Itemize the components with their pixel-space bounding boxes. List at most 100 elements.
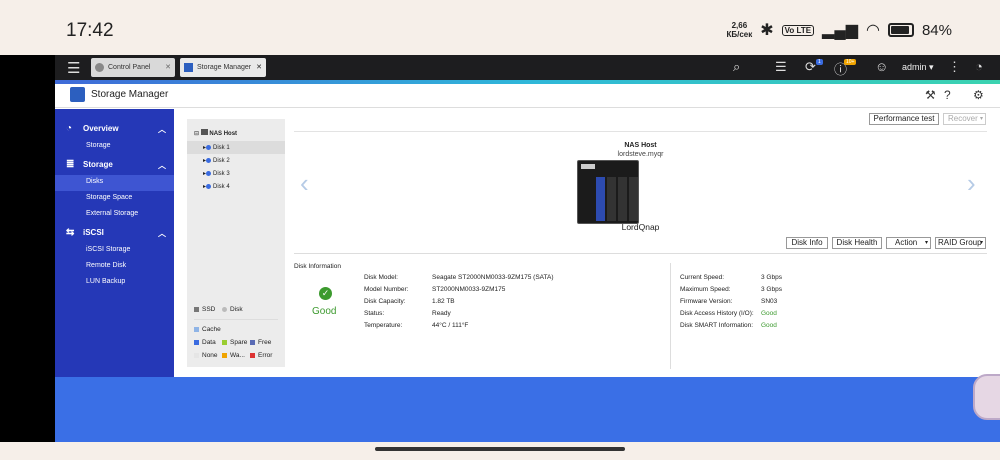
info-key: Status: — [364, 310, 385, 317]
tools-icon[interactable]: ⚒ — [925, 88, 936, 102]
status-icons: 2,66 КБ/сек ✱ Vo LTE ▂▄▆ ◠ 84% — [727, 20, 953, 40]
arrow-right-icon[interactable]: › — [967, 168, 976, 199]
stack-icon[interactable]: ☰ — [775, 59, 787, 75]
performance-test-button[interactable]: Performance test — [869, 113, 939, 125]
volte-icon: Vo LTE — [781, 24, 815, 36]
raid-group-dropdown[interactable]: RAID Group ▾ — [935, 237, 986, 249]
drive-bay-1[interactable] — [596, 177, 605, 221]
sidebar-item-iscsi-storage[interactable]: iSCSI Storage — [55, 243, 174, 259]
disk-info-button[interactable]: Disk Info — [786, 237, 828, 249]
signal-icon: ▂▄▆ — [822, 22, 858, 39]
storage-manager-icon — [70, 87, 85, 102]
tree-label: NAS Host — [209, 131, 238, 137]
collapse-icon[interactable]: ⊟ — [194, 131, 199, 137]
chevron-up-icon: ︿ — [158, 229, 166, 238]
storage-icon — [184, 63, 193, 72]
help-icon[interactable]: ? — [944, 88, 951, 102]
tree-selection — [187, 141, 285, 154]
legend-ssd: SSD — [194, 306, 215, 313]
qts-taskbar: ☰ Control Panel ✕ Storage Manager ✕ ⌕ ☰ … — [55, 55, 1000, 80]
tree-item-disk[interactable]: ▸ Disk 4 — [203, 183, 230, 190]
legend-label: Disk — [230, 306, 243, 313]
tab-control-panel[interactable]: Control Panel ✕ — [91, 58, 175, 77]
sidebar-section-overview[interactable]: ◔ Overview ︿ — [55, 121, 174, 137]
gesture-bar[interactable] — [375, 447, 625, 451]
legend-label: Wa... — [230, 352, 245, 359]
info-key: Firmware Version: — [680, 298, 733, 305]
legend-warning: Wa... — [222, 352, 245, 359]
search-icon[interactable]: ⌕ — [733, 59, 740, 75]
close-icon[interactable]: ✕ — [165, 63, 171, 71]
close-icon[interactable]: ✕ — [256, 63, 262, 71]
info-key: Maximum Speed: — [680, 286, 731, 293]
database-icon: ≣ — [66, 159, 75, 170]
tree-label: Disk 4 — [213, 184, 230, 190]
sidebar-item-disks[interactable]: Disks — [55, 175, 174, 191]
sidebar-label: iSCSI — [83, 228, 104, 237]
sidebar-item-lun-backup[interactable]: LUN Backup — [55, 275, 174, 291]
sync-icon[interactable]: ⟳ — [805, 59, 816, 75]
main-menu-icon[interactable]: ☰ — [67, 59, 80, 77]
legend-none: None — [194, 352, 218, 359]
battery-icon — [887, 23, 914, 37]
legend-label: Spare — [230, 339, 248, 346]
tab-storage-manager[interactable]: Storage Manager ✕ — [180, 58, 266, 77]
sidebar-item-storage[interactable]: Storage — [55, 139, 174, 155]
drive-bay-2[interactable] — [607, 177, 616, 221]
info-key: Disk Capacity: — [364, 298, 406, 305]
dropdown-arrow-icon: ▾ — [979, 116, 983, 122]
sidebar-section-iscsi[interactable]: ⇆ iSCSI ︿ — [55, 225, 174, 241]
letterbox-strip — [0, 55, 55, 442]
user-icon[interactable]: ☺ — [875, 59, 888, 74]
panel-divider — [294, 253, 987, 254]
legend-free: Free — [250, 339, 271, 346]
action-dropdown[interactable]: Action ▾ — [886, 237, 931, 249]
legend-data: Data — [194, 339, 216, 346]
dashboard-icon[interactable]: ◔ — [975, 59, 983, 74]
user-menu[interactable]: admin ▾ — [902, 62, 934, 73]
info-key: Disk SMART Information: — [680, 322, 754, 329]
sidebar-label: Storage — [86, 142, 111, 149]
clock: 17:42 — [66, 20, 114, 41]
disk-access-history-link[interactable]: Good — [761, 310, 777, 317]
legend-disk: Disk — [222, 306, 243, 313]
action-label: Action — [895, 238, 918, 247]
dropdown-arrow-icon: ▾ — [979, 240, 983, 246]
info-value: ST2000NM0033-9ZM175 — [432, 286, 506, 293]
chevron-up-icon: ︿ — [158, 161, 166, 170]
legend-cache: Cache — [194, 326, 221, 333]
drive-bay-3[interactable] — [618, 177, 627, 221]
tree-item-disk[interactable]: ▸ Disk 2 — [203, 157, 230, 164]
disk-health-button[interactable]: Disk Health — [832, 237, 882, 249]
sidebar-section-storage[interactable]: ≣ Storage ︿ — [55, 157, 174, 173]
arrow-left-icon[interactable]: ‹ — [300, 168, 309, 199]
sidebar-item-remote-disk[interactable]: Remote Disk — [55, 259, 174, 275]
sidebar-item-storage-space[interactable]: Storage Space — [55, 191, 174, 207]
nas-hostname: lordsteve.myqr — [617, 151, 664, 158]
sidebar-label: Storage — [83, 160, 113, 169]
info-key: Current Speed: — [680, 274, 725, 281]
gear-icon — [95, 63, 104, 72]
wifi-icon: ◠ — [866, 22, 880, 39]
info-value: SN03 — [761, 298, 778, 305]
tree-label: Disk 2 — [213, 158, 230, 164]
more-options-icon[interactable]: ⋮ — [948, 59, 961, 75]
tree-item-disk[interactable]: ▸ Disk 1 — [203, 144, 230, 151]
disk-info-heading: Disk Information — [294, 263, 341, 270]
nas-device-image[interactable] — [577, 160, 639, 224]
check-icon: ✓ — [319, 287, 332, 300]
speed-unit: КБ/сек — [726, 30, 753, 39]
sidebar: ◔ Overview ︿ Storage ≣ Storage ︿ Disks S… — [55, 109, 174, 377]
settings-icon[interactable]: ⚙ — [973, 88, 984, 102]
drive-bay-4[interactable] — [629, 177, 638, 221]
tree-label: Disk 1 — [213, 145, 230, 151]
sidebar-label: iSCSI Storage — [86, 246, 131, 253]
recover-label: Recover — [948, 114, 978, 123]
disk-status-dot — [206, 170, 212, 176]
tree-root-nas-host[interactable]: ⊟ NAS Host — [194, 129, 237, 137]
disk-smart-info-link[interactable]: Good — [761, 322, 777, 329]
floating-assistant-button[interactable] — [973, 374, 1000, 420]
recover-button[interactable]: Recover ▾ — [943, 113, 986, 125]
sidebar-item-external-storage[interactable]: External Storage — [55, 207, 174, 223]
tree-item-disk[interactable]: ▸ Disk 3 — [203, 170, 230, 177]
